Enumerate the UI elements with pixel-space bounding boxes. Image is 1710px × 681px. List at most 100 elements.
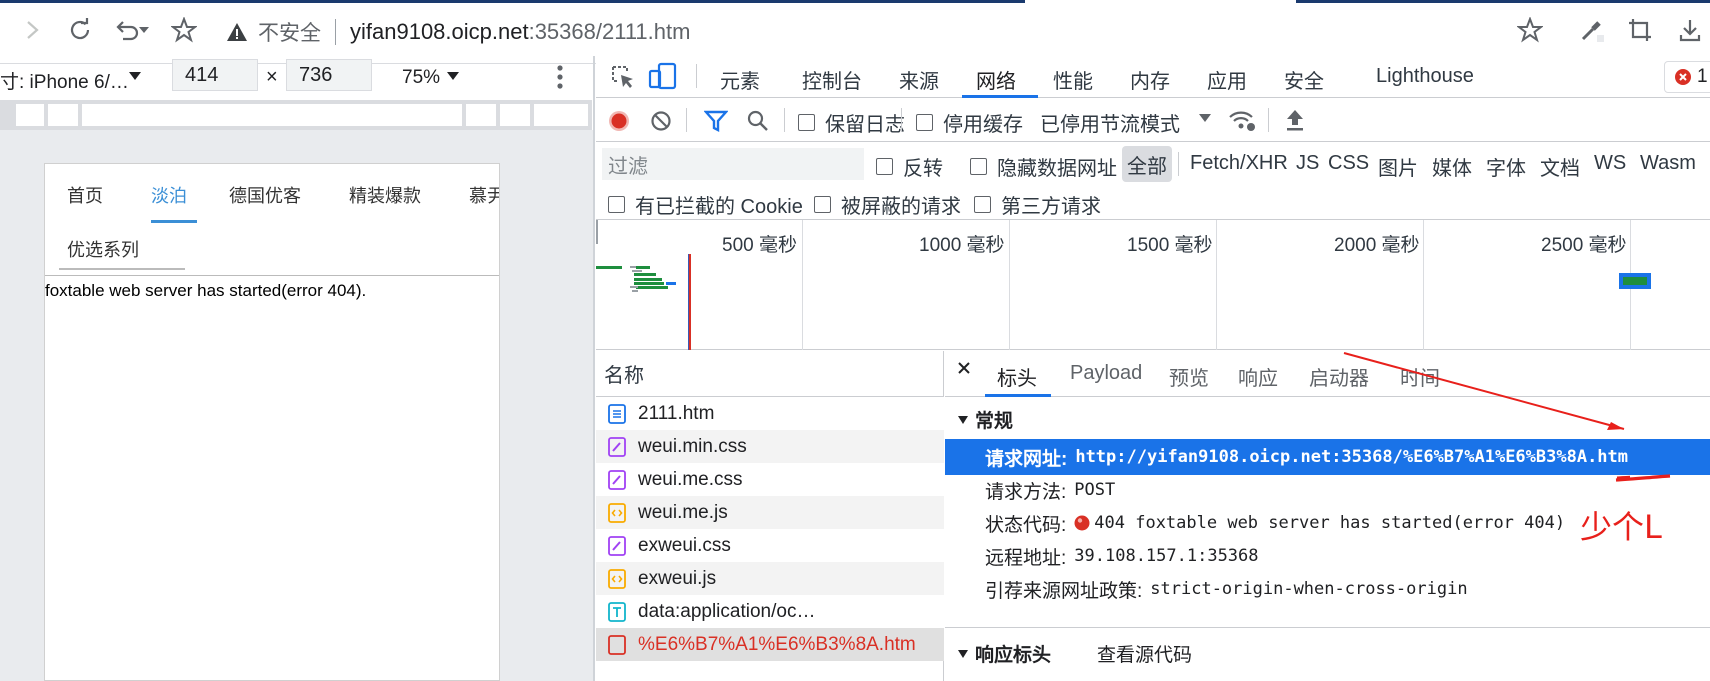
checkbox-box[interactable] — [876, 158, 893, 175]
bookmark-star-icon[interactable] — [1512, 12, 1548, 48]
ruler-segment[interactable] — [500, 104, 530, 126]
blocked-cookies-checkbox[interactable]: 有已拦截的 Cookie — [608, 190, 803, 219]
disable-cache-checkbox[interactable]: 停用缓存 — [916, 108, 1023, 137]
tab-console[interactable]: 控制台 — [802, 65, 862, 94]
filter-font[interactable]: 字体 — [1486, 152, 1526, 181]
height-input[interactable]: 736 — [286, 59, 372, 91]
request-row-selected[interactable]: %E6%B7%A1%E6%B3%8A.htm — [596, 628, 944, 661]
more-options-icon[interactable] — [556, 64, 564, 90]
tab-sources[interactable]: 来源 — [899, 65, 939, 94]
width-input[interactable]: 414 — [172, 59, 258, 91]
network-conditions-icon[interactable] — [1228, 108, 1256, 132]
blocked-requests-checkbox[interactable]: 被屏蔽的请求 — [814, 190, 961, 219]
tab-payload[interactable]: Payload — [1070, 362, 1142, 385]
search-icon[interactable] — [746, 109, 770, 133]
forward-icon[interactable] — [14, 12, 50, 48]
ruler-segment[interactable] — [48, 104, 78, 126]
filter-icon[interactable] — [704, 110, 728, 132]
insecure-label[interactable]: 不安全 — [258, 17, 321, 47]
tab-headers[interactable]: 标头 — [997, 362, 1037, 391]
request-row[interactable]: data:application/oc… — [596, 595, 944, 628]
record-icon[interactable] — [608, 110, 630, 132]
filter-all-button[interactable]: 全部 — [1122, 146, 1172, 182]
filter-all-label: 全部 — [1127, 155, 1167, 178]
checkbox-box[interactable] — [974, 196, 991, 213]
checkbox-box[interactable] — [814, 196, 831, 213]
crop-icon[interactable] — [1622, 12, 1658, 48]
general-section-header[interactable]: 常规 — [957, 406, 1013, 433]
device-dropdown-icon[interactable] — [128, 70, 142, 82]
page-tab-featured[interactable]: 精装爆款 — [349, 182, 421, 208]
download-icon[interactable] — [1672, 12, 1708, 48]
filter-wasm[interactable]: Wasm — [1640, 152, 1696, 175]
throttle-dropdown-icon[interactable] — [1198, 112, 1212, 124]
undo-dropdown-icon[interactable] — [134, 12, 154, 48]
view-source-link[interactable]: 查看源代码 — [1097, 640, 1192, 667]
ruler-segment[interactable] — [82, 104, 462, 126]
tab-application[interactable]: 应用 — [1207, 65, 1247, 94]
request-row[interactable]: exweui.css — [596, 529, 944, 562]
filter-css[interactable]: CSS — [1328, 152, 1369, 175]
panel-splitter[interactable] — [593, 56, 595, 681]
checkbox-box[interactable] — [970, 158, 987, 175]
clear-icon[interactable] — [650, 110, 672, 132]
column-header-name[interactable]: 名称 — [596, 351, 944, 397]
tab-elements[interactable]: 元素 — [720, 65, 760, 94]
checkbox-box[interactable] — [798, 114, 815, 131]
zoom-dropdown-icon[interactable] — [446, 70, 460, 82]
import-har-icon[interactable] — [1284, 108, 1306, 132]
request-row[interactable]: weui.me.js — [596, 496, 944, 529]
third-party-checkbox[interactable]: 第三方请求 — [974, 190, 1101, 219]
reload-icon[interactable] — [62, 12, 98, 48]
filter-js[interactable]: JS — [1296, 152, 1319, 175]
request-row[interactable]: 2111.htm — [596, 397, 944, 430]
error-counter[interactable]: 1 — [1664, 61, 1710, 93]
response-headers-section-header[interactable]: 响应标头 — [957, 640, 1051, 667]
page-tab-more[interactable]: 慕尹 — [469, 182, 499, 208]
header-key: 请求方法: — [985, 481, 1067, 503]
network-overview[interactable]: 500 毫秒 1000 毫秒 1500 毫秒 2000 毫秒 2500 毫秒 — [596, 220, 1710, 350]
ruler-segment[interactable] — [466, 104, 496, 126]
device-toggle-icon[interactable] — [648, 62, 678, 90]
checkbox-box[interactable] — [916, 114, 933, 131]
tab-security[interactable]: 安全 — [1284, 65, 1324, 94]
eyedropper-icon[interactable] — [1574, 12, 1610, 48]
filter-fetch-xhr[interactable]: Fetch/XHR — [1190, 152, 1288, 175]
overview-waterfall — [596, 220, 1651, 350]
device-select[interactable]: 寸: iPhone 6/… — [0, 67, 129, 94]
header-row-referrer-policy[interactable]: 引荐来源网址政策: strict-origin-when-cross-origi… — [945, 571, 1710, 607]
zoom-select[interactable]: 75% — [402, 67, 440, 89]
hide-data-urls-checkbox[interactable]: 隐藏数据网址 — [970, 152, 1117, 181]
filter-ws[interactable]: WS — [1594, 152, 1626, 175]
filter-img[interactable]: 图片 — [1378, 152, 1418, 181]
ruler-segment[interactable] — [16, 104, 44, 126]
filter-media[interactable]: 媒体 — [1432, 152, 1472, 181]
request-row[interactable]: weui.min.css — [596, 430, 944, 463]
close-icon[interactable] — [957, 361, 971, 375]
tab-response[interactable]: 响应 — [1238, 362, 1278, 391]
request-row[interactable]: weui.me.css — [596, 463, 944, 496]
header-key: 请求网址: — [985, 448, 1068, 470]
filter-input[interactable]: 过滤 — [602, 148, 864, 180]
ruler-segment[interactable] — [534, 104, 588, 126]
filter-placeholder: 过滤 — [608, 155, 648, 178]
throttling-select[interactable]: 已停用节流模式 — [1040, 108, 1180, 137]
tab-preview[interactable]: 预览 — [1169, 362, 1209, 391]
tab-performance[interactable]: 性能 — [1053, 65, 1093, 94]
star-icon[interactable] — [166, 12, 202, 48]
tab-network[interactable]: 网络 — [976, 65, 1016, 94]
checkbox-box[interactable] — [608, 196, 625, 213]
invert-checkbox[interactable]: 反转 — [876, 152, 943, 181]
tab-memory[interactable]: 内存 — [1130, 65, 1170, 94]
request-row[interactable]: exweui.js — [596, 562, 944, 595]
inspect-element-icon[interactable] — [610, 64, 636, 90]
page-tab-danbo[interactable]: 淡泊 — [151, 182, 187, 208]
page-subtab[interactable]: 优选系列 — [67, 236, 139, 262]
page-tab-home[interactable]: 首页 — [67, 182, 103, 208]
preserve-log-checkbox[interactable]: 保留日志 — [798, 108, 905, 137]
address-bar[interactable]: 不安全 yifan9108.oicp.net :35368/2111.htm — [226, 14, 690, 50]
filter-doc[interactable]: 文档 — [1540, 152, 1580, 181]
page-tab-german[interactable]: 德国优客 — [229, 182, 301, 208]
media-query-ruler[interactable] — [0, 100, 592, 130]
tab-lighthouse[interactable]: Lighthouse — [1376, 65, 1474, 88]
